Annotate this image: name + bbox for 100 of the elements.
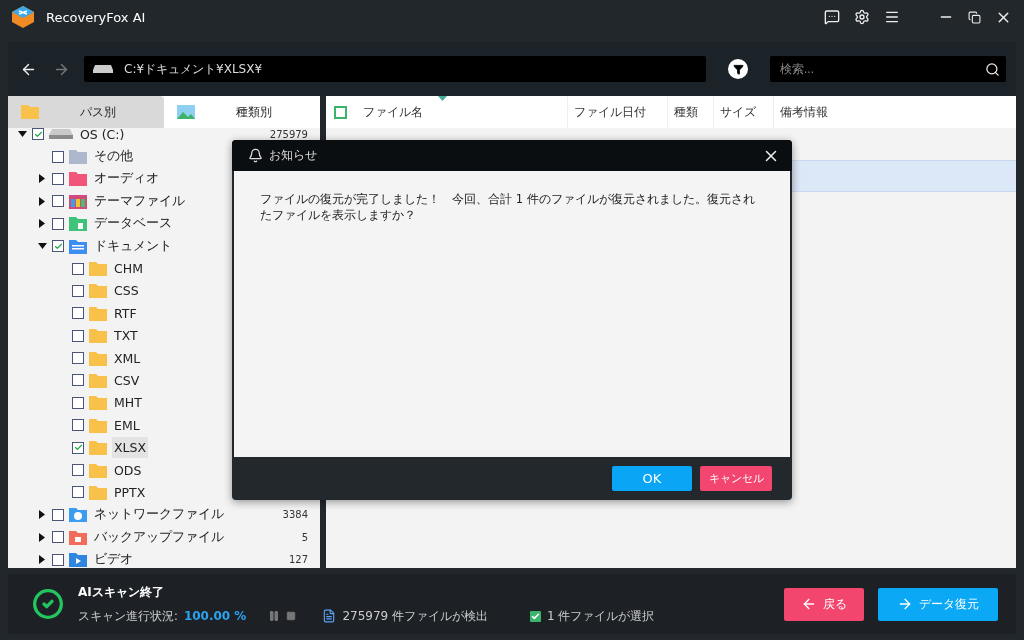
tree-item[interactable]: XML	[112, 347, 143, 369]
chat-icon[interactable]	[822, 7, 842, 27]
checkbox[interactable]	[72, 441, 84, 454]
checkbox[interactable]	[52, 172, 64, 185]
folder-icon	[20, 104, 40, 120]
music-folder-icon	[68, 170, 88, 188]
drive-icon	[48, 128, 74, 141]
window-title: RecoveryFox AI	[46, 9, 147, 25]
checkbox[interactable]	[72, 374, 84, 387]
folder-icon	[88, 282, 108, 300]
search-field[interactable]: 検索...	[770, 56, 1006, 82]
tree-item[interactable]: PPTX	[112, 481, 148, 503]
forward-arrow-icon	[897, 596, 913, 612]
folder-icon	[88, 483, 108, 501]
folder-icon	[88, 327, 108, 345]
tree-item[interactable]: データベース	[92, 212, 174, 236]
column-header[interactable]: 備考情報	[773, 96, 893, 128]
folder-icon	[88, 304, 108, 322]
dialog-message: ファイルの復元が完了しました！ 今回、合計 1 件のファイルが復元されました。復元されたファイルを表示しますか？	[260, 191, 756, 223]
collapsed-arrow-icon[interactable]	[39, 532, 45, 542]
checkbox[interactable]	[52, 195, 64, 208]
path-field[interactable]: C:¥ドキュメント¥XLSX¥	[84, 56, 706, 82]
item-count: 127	[288, 554, 308, 566]
filter-icon[interactable]	[728, 59, 748, 79]
collapsed-arrow-icon[interactable]	[39, 219, 45, 229]
column-header[interactable]: ファイル名	[357, 96, 567, 128]
tree-item[interactable]: その他	[92, 145, 135, 169]
app-logo-icon	[10, 4, 36, 30]
tree-item[interactable]: ビデオ	[92, 548, 135, 568]
expanded-arrow-icon[interactable]	[17, 131, 27, 138]
checkbox[interactable]	[52, 217, 64, 230]
checkbox[interactable]	[72, 284, 84, 297]
checkbox[interactable]	[72, 486, 84, 499]
document-icon	[322, 609, 337, 623]
tree-item[interactable]: RTF	[112, 302, 139, 324]
header-checkbox[interactable]	[334, 105, 347, 119]
tab[interactable]: パス別	[8, 96, 164, 128]
collapsed-arrow-icon[interactable]	[39, 555, 45, 565]
checkbox[interactable]	[72, 262, 84, 275]
dialog-title: お知らせ	[269, 147, 318, 164]
tree-item[interactable]: EML	[112, 414, 142, 436]
checkbox[interactable]	[72, 464, 84, 477]
checkbox[interactable]	[72, 329, 84, 342]
path-text: C:¥ドキュメント¥XLSX¥	[124, 60, 263, 78]
tree-item[interactable]: TXT	[112, 325, 140, 347]
tree-item[interactable]: テーマファイル	[92, 189, 187, 213]
folder-icon	[88, 461, 108, 479]
column-header[interactable]: 種類	[667, 96, 713, 128]
tree-item[interactable]: オーディオ	[92, 167, 161, 191]
tree-item[interactable]: MHT	[112, 392, 144, 414]
image-icon	[176, 104, 196, 120]
folder-icon	[88, 372, 108, 389]
item-count: 3384	[282, 509, 308, 521]
progress-value: 100.00 %	[183, 609, 247, 623]
back-button[interactable]: 戻る	[784, 587, 864, 621]
stop-icon[interactable]	[286, 611, 297, 621]
search-input[interactable]: 検索...	[778, 61, 979, 77]
database-folder-icon	[68, 215, 88, 233]
tree-item[interactable]: CSV	[112, 370, 142, 391]
tree-item[interactable]: バックアップファイル	[92, 525, 226, 549]
backup-folder-icon	[68, 528, 88, 546]
checkbox[interactable]	[52, 508, 64, 521]
checkbox[interactable]	[52, 531, 64, 544]
document-folder-icon	[68, 237, 88, 255]
folder-icon	[88, 416, 108, 434]
tree-item[interactable]: CSS	[112, 280, 141, 302]
folder-icon	[68, 148, 88, 166]
restore-icon[interactable]	[966, 8, 983, 26]
status-title: AIスキャン終了	[78, 583, 165, 601]
collapsed-arrow-icon[interactable]	[39, 196, 45, 206]
column-header[interactable]: ファイル日付	[567, 96, 667, 128]
item-count: 5	[301, 531, 308, 543]
checkbox[interactable]	[72, 307, 84, 320]
selected-count: 1 件ファイルが選択	[547, 607, 655, 625]
tree-item[interactable]: XLSX	[112, 437, 149, 459]
found-count: 275979 件ファイルが検出	[342, 607, 488, 625]
checkbox[interactable]	[52, 553, 64, 566]
folder-icon	[88, 394, 108, 412]
globe-folder-icon	[68, 506, 88, 524]
checkbox[interactable]	[72, 419, 84, 432]
checkbox[interactable]	[52, 150, 64, 163]
tree-item[interactable]: ネットワークファイル	[92, 503, 226, 527]
checkbox[interactable]	[52, 240, 64, 253]
checkbox[interactable]	[72, 396, 84, 409]
settings-icon[interactable]	[852, 7, 872, 27]
bell-icon	[248, 148, 263, 163]
tree-item[interactable]: CHM	[112, 258, 145, 280]
pause-icon[interactable]	[268, 610, 281, 622]
expanded-arrow-icon[interactable]	[37, 243, 47, 250]
cancel-button[interactable]: キャンセル	[700, 466, 772, 491]
collapsed-arrow-icon[interactable]	[39, 174, 45, 184]
column-header[interactable]: サイズ	[713, 96, 773, 128]
tree-item[interactable]: ODS	[112, 459, 144, 481]
folder-icon	[88, 439, 108, 457]
item-count: 275979	[269, 128, 308, 140]
folder-icon	[88, 260, 108, 278]
collapsed-arrow-icon[interactable]	[39, 510, 45, 520]
checkbox[interactable]	[72, 352, 84, 365]
tree-item[interactable]: ドキュメント	[92, 234, 174, 258]
checkbox[interactable]	[32, 128, 44, 141]
